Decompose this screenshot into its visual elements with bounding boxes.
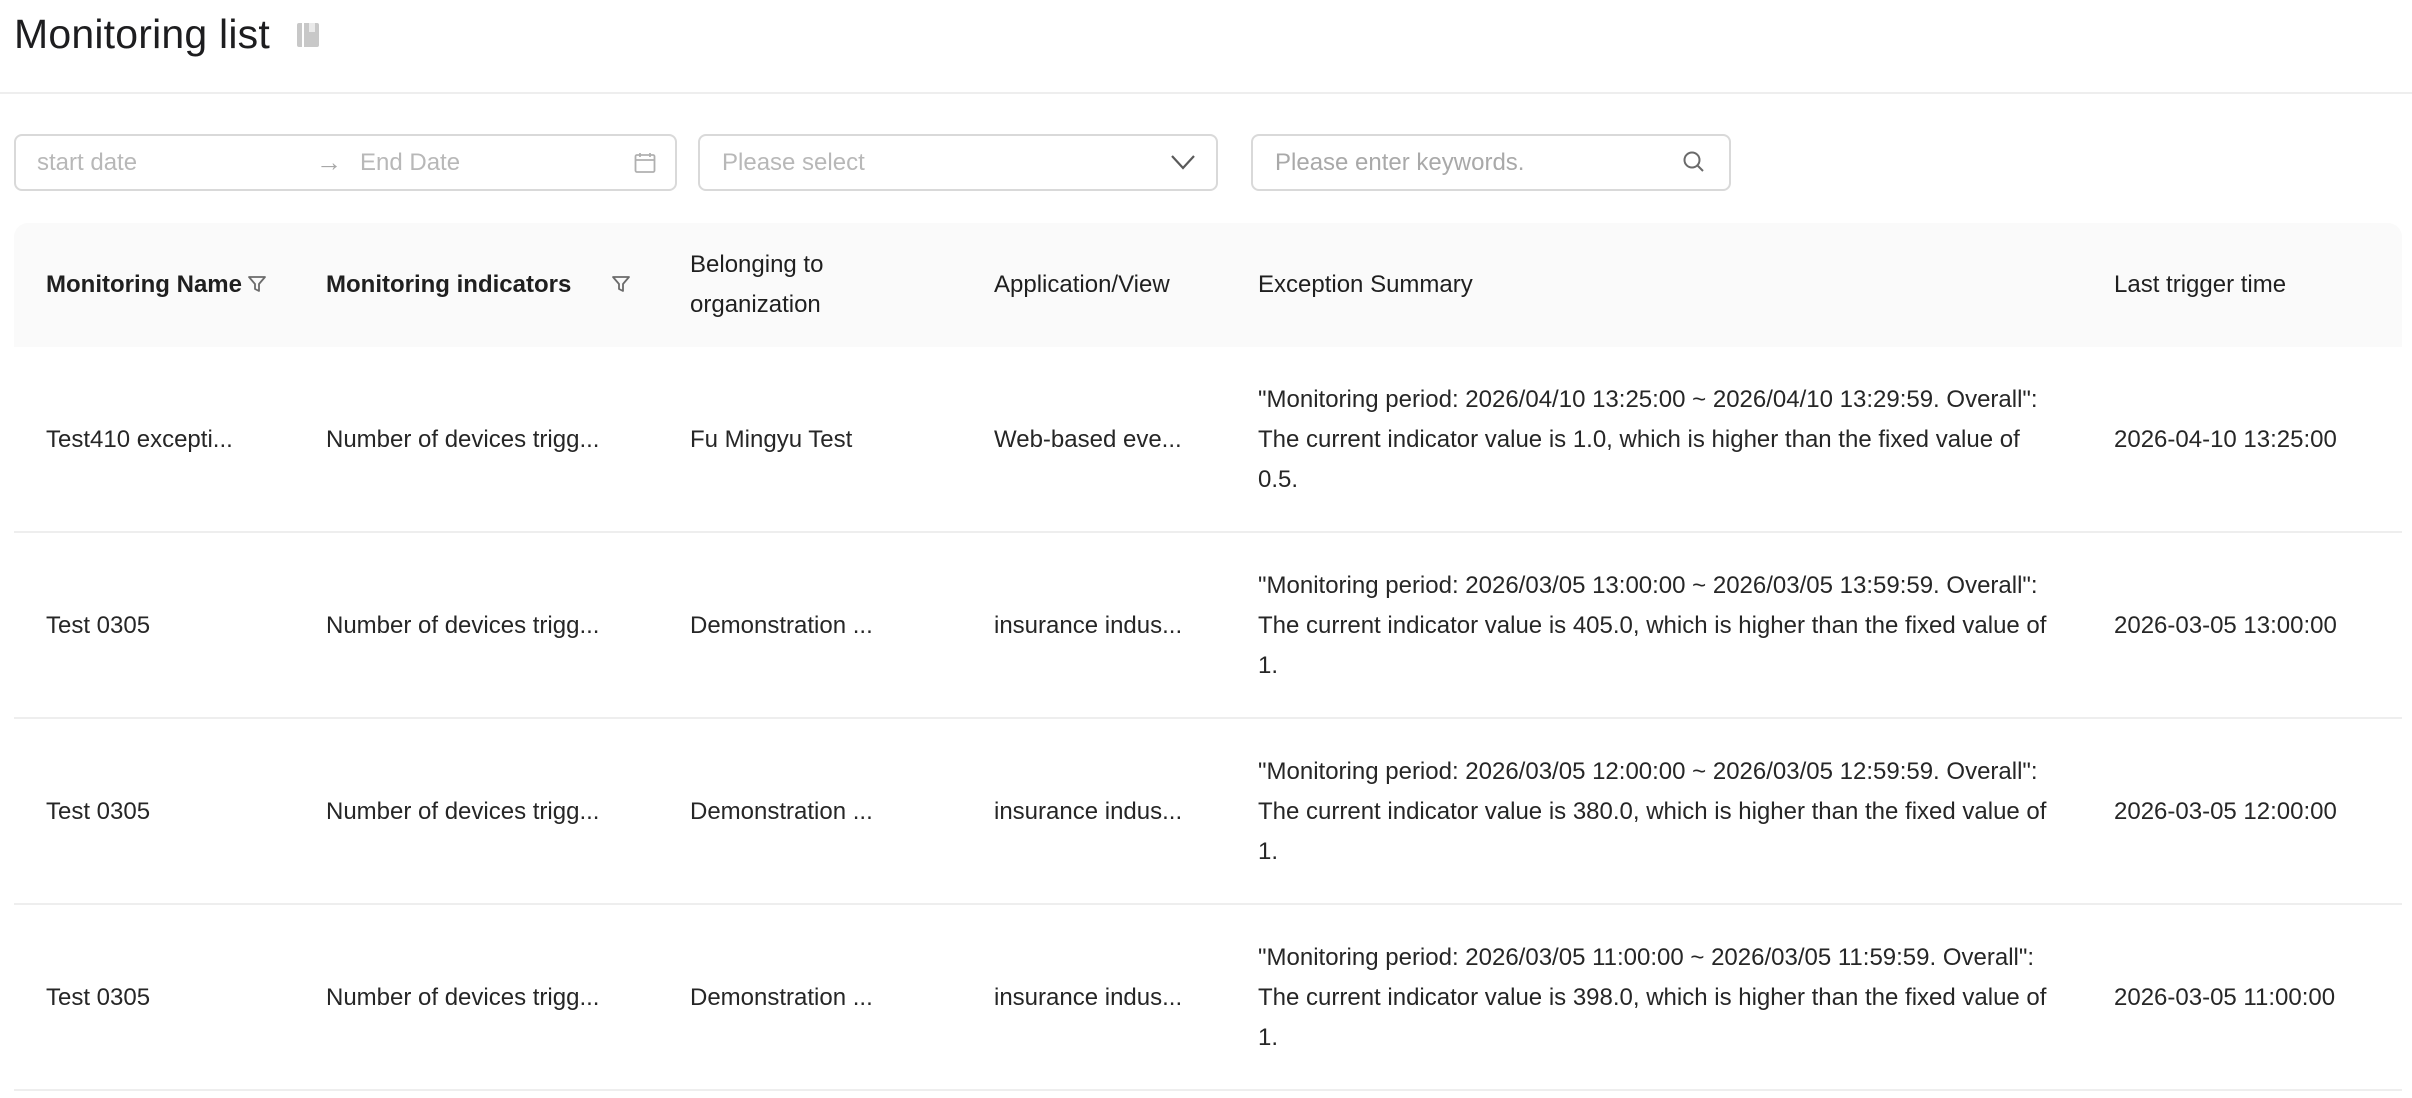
cell-exception-summary: "Monitoring period: 2026/03/05 13:00:00 … bbox=[1258, 572, 2047, 679]
cell-application-view: insurance indus... bbox=[994, 984, 1183, 1011]
search-input[interactable]: Please enter keywords. bbox=[1251, 134, 1731, 191]
search-icon[interactable] bbox=[1681, 149, 1707, 175]
filter-icon[interactable] bbox=[246, 273, 268, 295]
table-header: Monitoring Name Monitoring indicators Be… bbox=[14, 223, 2402, 347]
table-row[interactable]: Test 0305 Number of devices trigg... Dem… bbox=[14, 905, 2402, 1091]
page-title: Monitoring list bbox=[14, 11, 270, 57]
end-date-input[interactable]: End Date bbox=[360, 136, 460, 189]
cell-organization: Demonstration ... bbox=[690, 798, 873, 825]
search-placeholder: Please enter keywords. bbox=[1275, 149, 1525, 176]
book-icon[interactable] bbox=[293, 20, 323, 50]
start-date-input[interactable]: start date bbox=[37, 136, 137, 189]
cell-monitoring-name[interactable]: Test 0305 bbox=[46, 533, 150, 719]
date-range-picker[interactable]: start date → End Date bbox=[14, 134, 677, 191]
chevron-down-icon[interactable] bbox=[1170, 153, 1196, 171]
table-row[interactable]: Test 0305 Number of devices trigg... Dem… bbox=[14, 719, 2402, 905]
filter-bar: start date → End Date Please select Plea… bbox=[14, 134, 1734, 191]
cell-monitoring-indicator: Number of devices trigg... bbox=[326, 426, 600, 453]
cell-organization: Demonstration ... bbox=[690, 612, 873, 639]
cell-exception-summary: "Monitoring period: 2026/04/10 13:25:00 … bbox=[1258, 386, 2038, 493]
filter-icon[interactable] bbox=[610, 273, 632, 295]
table-row[interactable]: Test 0305 Number of devices trigg... Dem… bbox=[14, 533, 2402, 719]
cell-monitoring-indicator: Number of devices trigg... bbox=[326, 984, 600, 1011]
calendar-icon[interactable] bbox=[633, 151, 657, 175]
cell-last-trigger-time: 2026-03-05 13:00:00 bbox=[2114, 612, 2337, 639]
cell-monitoring-name[interactable]: Test 0305 bbox=[46, 719, 150, 905]
cell-monitoring-indicator: Number of devices trigg... bbox=[326, 798, 600, 825]
cell-last-trigger-time: 2026-03-05 11:00:00 bbox=[2114, 984, 2336, 1011]
cell-monitoring-name[interactable]: Test410 excepti... bbox=[46, 347, 233, 533]
cell-application-view: insurance indus... bbox=[994, 612, 1183, 639]
select-placeholder: Please select bbox=[722, 149, 865, 176]
cell-monitoring-indicator: Number of devices trigg... bbox=[326, 612, 600, 639]
table-row[interactable]: Test410 excepti... Number of devices tri… bbox=[14, 347, 2402, 533]
column-header-monitoring-name[interactable]: Monitoring Name bbox=[46, 223, 246, 347]
column-header-application-view: Application/View bbox=[994, 271, 1170, 298]
cell-exception-summary: "Monitoring period: 2026/03/05 11:00:00 … bbox=[1258, 944, 2047, 1051]
column-header-organization: Belonging to organization bbox=[690, 251, 824, 318]
cell-application-view: insurance indus... bbox=[994, 798, 1183, 825]
monitoring-table: Monitoring Name Monitoring indicators Be… bbox=[14, 223, 2402, 1091]
range-arrow-icon: → bbox=[316, 147, 342, 177]
page-header: Monitoring list bbox=[0, 0, 2412, 94]
column-header-exception-summary: Exception Summary bbox=[1258, 271, 1473, 298]
cell-last-trigger-time: 2026-04-10 13:25:00 bbox=[2114, 426, 2337, 453]
cell-application-view: Web-based eve... bbox=[994, 426, 1182, 453]
cell-organization: Demonstration ... bbox=[690, 984, 873, 1011]
column-header-monitoring-indicators[interactable]: Monitoring indicators bbox=[326, 223, 571, 347]
select-dropdown[interactable]: Please select bbox=[698, 134, 1218, 191]
column-header-last-trigger-time: Last trigger time bbox=[2114, 271, 2287, 298]
cell-last-trigger-time: 2026-03-05 12:00:00 bbox=[2114, 798, 2337, 825]
cell-monitoring-name[interactable]: Test 0305 bbox=[46, 905, 150, 1091]
cell-exception-summary: "Monitoring period: 2026/03/05 12:00:00 … bbox=[1258, 758, 2047, 865]
cell-organization: Fu Mingyu Test bbox=[690, 426, 853, 453]
